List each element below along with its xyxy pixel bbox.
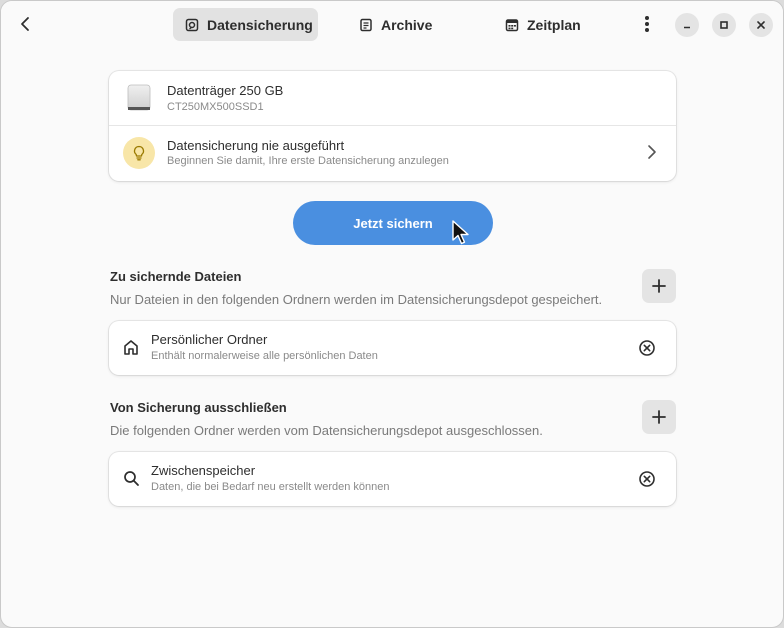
chevron-left-icon bbox=[21, 17, 29, 31]
backup-icon bbox=[185, 18, 199, 32]
tab-label: Archive bbox=[381, 16, 433, 33]
status-subtitle: Beginnen Sie damit, Ihre erste Datensich… bbox=[167, 155, 449, 167]
folder-name: Zwischenspeicher bbox=[151, 463, 256, 478]
status-title: Datensicherung nie ausgeführt bbox=[167, 138, 345, 153]
plus-icon bbox=[652, 410, 666, 424]
drive-model: CT250MX500SSD1 bbox=[167, 101, 264, 113]
drive-name: Datenträger 250 GB bbox=[167, 83, 284, 98]
backup-location-card: Datenträger 250 GB CT250MX500SSD1 Datens… bbox=[109, 71, 676, 181]
include-section-description: Nur Dateien in den folgenden Ordnern wer… bbox=[110, 292, 603, 307]
calendar-icon bbox=[505, 18, 519, 32]
remove-folder-button[interactable] bbox=[638, 470, 656, 488]
hard-drive-icon bbox=[127, 84, 151, 111]
list-item: Persönlicher Ordner Enthält normalerweis… bbox=[109, 321, 676, 375]
archive-icon bbox=[359, 18, 373, 32]
maximize-icon bbox=[720, 21, 728, 29]
home-icon bbox=[124, 340, 138, 355]
mouse-cursor-icon bbox=[452, 220, 469, 245]
app-window: Datensicherung Archive Zeitplan Datenträ… bbox=[0, 0, 784, 628]
tab-archive[interactable]: Archive bbox=[347, 8, 447, 41]
tab-datensicherung[interactable]: Datensicherung bbox=[173, 8, 318, 41]
folder-name: Persönlicher Ordner bbox=[151, 332, 268, 347]
back-button[interactable] bbox=[11, 10, 39, 38]
maximize-button[interactable] bbox=[712, 13, 736, 37]
folder-detail: Enthält normalerweise alle persönlichen … bbox=[151, 350, 378, 362]
tab-zeitplan[interactable]: Zeitplan bbox=[493, 8, 598, 41]
backup-status-row[interactable]: Datensicherung nie ausgeführt Beginnen S… bbox=[109, 125, 676, 179]
drive-row[interactable]: Datenträger 250 GB CT250MX500SSD1 bbox=[109, 71, 676, 125]
minimize-icon bbox=[684, 26, 690, 29]
status-icon-badge bbox=[123, 137, 155, 169]
add-exclude-folder-button[interactable] bbox=[642, 400, 676, 434]
close-icon bbox=[757, 21, 765, 29]
close-button[interactable] bbox=[749, 13, 773, 37]
include-folder-list: Persönlicher Ordner Enthält normalerweis… bbox=[109, 321, 676, 375]
remove-folder-button[interactable] bbox=[638, 339, 656, 357]
list-item: Zwischenspeicher Daten, die bei Bedarf n… bbox=[109, 452, 676, 506]
search-icon bbox=[124, 471, 139, 486]
folder-detail: Daten, die bei Bedarf neu erstellt werde… bbox=[151, 481, 390, 493]
include-section-title: Zu sichernde Dateien bbox=[110, 269, 242, 284]
exclude-section-title: Von Sicherung ausschließen bbox=[110, 400, 287, 415]
chevron-right-icon bbox=[648, 145, 656, 159]
add-include-folder-button[interactable] bbox=[642, 269, 676, 303]
main-menu-button[interactable] bbox=[633, 10, 661, 38]
header-bar: Datensicherung Archive Zeitplan bbox=[1, 1, 783, 47]
tab-label: Datensicherung bbox=[207, 16, 313, 33]
tab-label: Zeitplan bbox=[527, 16, 581, 33]
minimize-button[interactable] bbox=[675, 13, 699, 37]
plus-icon bbox=[652, 279, 666, 293]
lightbulb-icon bbox=[133, 145, 145, 161]
exclude-section-description: Die folgenden Ordner werden vom Datensic… bbox=[110, 423, 543, 438]
exclude-folder-list: Zwischenspeicher Daten, die bei Bedarf n… bbox=[109, 452, 676, 506]
kebab-menu-icon bbox=[645, 16, 649, 32]
